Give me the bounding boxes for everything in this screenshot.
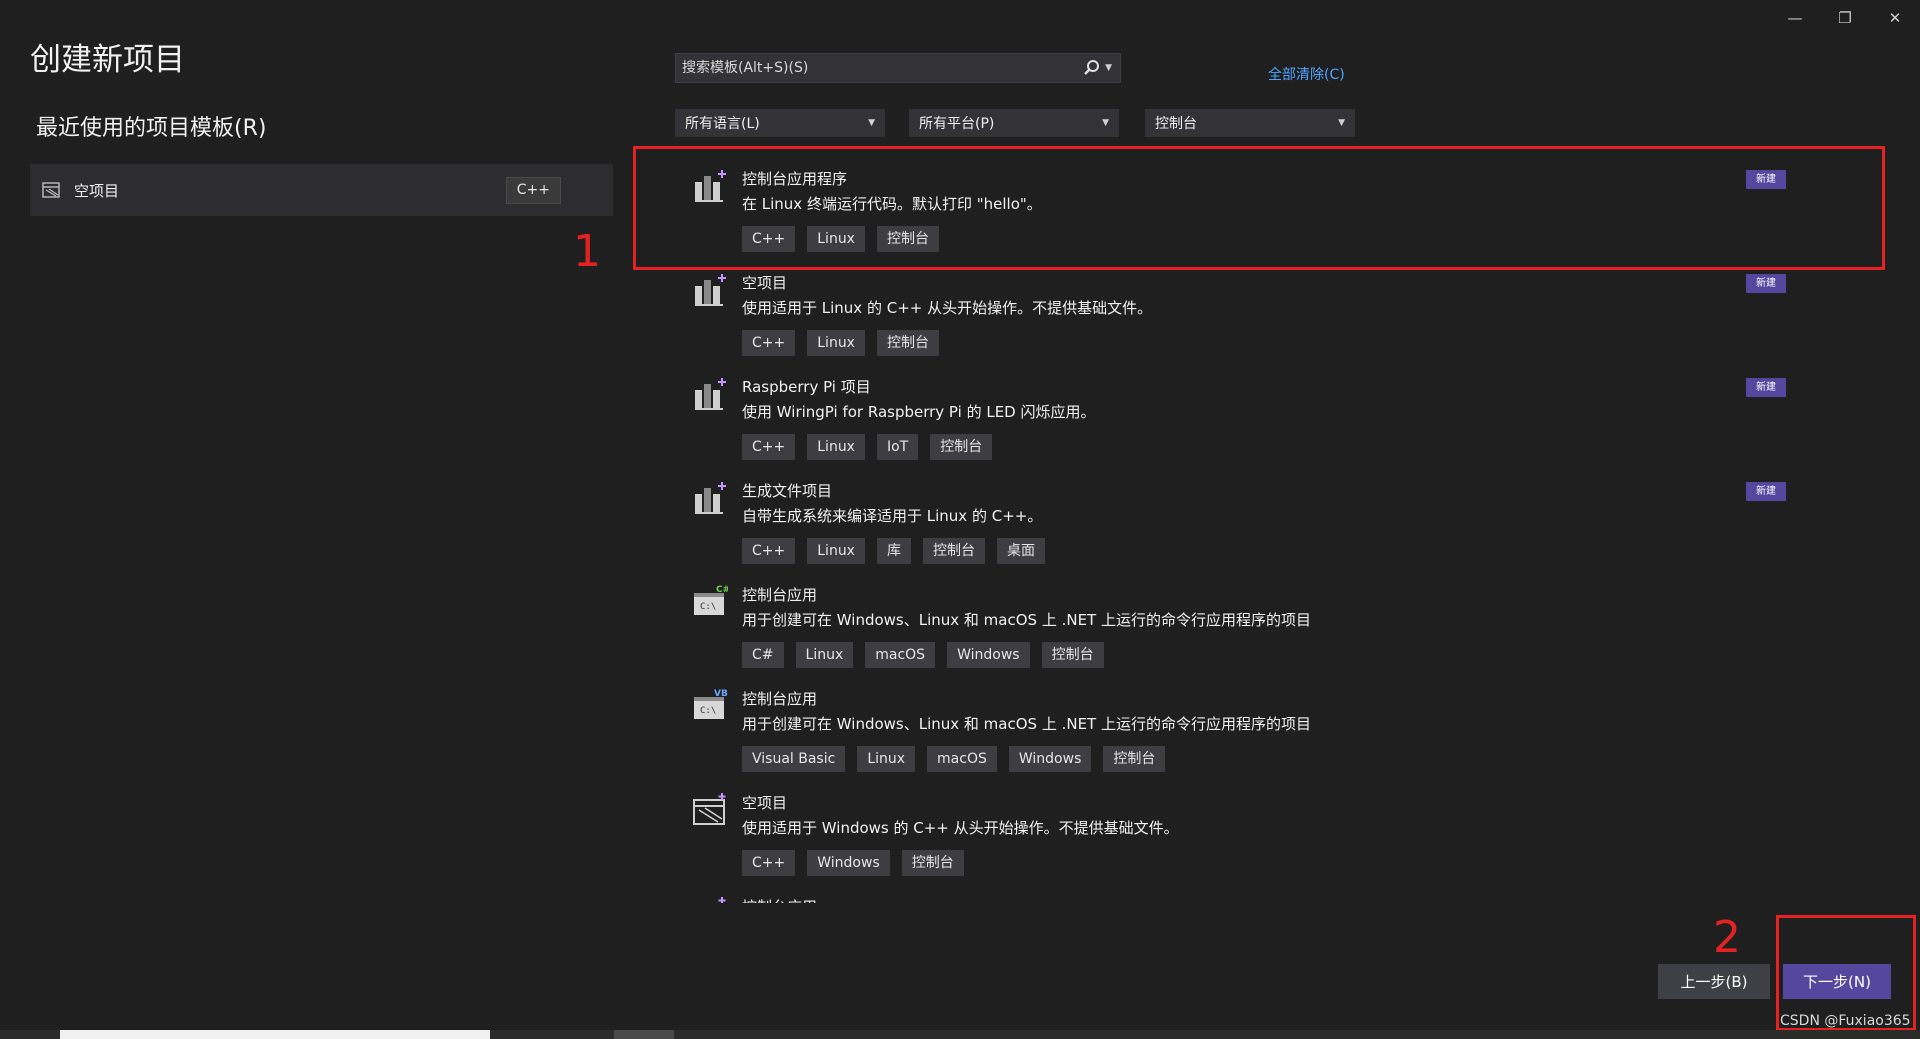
platform-filter-value: 所有平台(P) — [919, 116, 995, 132]
template-name: Raspberry Pi 项目 — [742, 378, 871, 396]
empty-project-icon — [693, 793, 726, 825]
platform-filter-dropdown[interactable]: 所有平台(P) ▼ — [909, 109, 1119, 137]
linux-project-icon — [695, 274, 726, 306]
template-tag: Linux — [795, 642, 854, 668]
template-name: 生成文件项目 — [742, 482, 833, 500]
template-tag: 桌面 — [996, 538, 1045, 564]
template-item[interactable]: 生成文件项目 自带生成系统来编译适用于 Linux 的 C++。 C++ Lin… — [640, 460, 1880, 564]
window-controls: — ❐ ✕ — [1770, 4, 1920, 32]
svg-text:C:\: C:\ — [700, 602, 716, 612]
svg-text:C#: C# — [716, 585, 728, 595]
template-tag: 控制台 — [1103, 746, 1166, 772]
template-item[interactable]: C:\ VB 控制台应用 用于创建可在 Windows、Linux 和 macO… — [640, 668, 1880, 772]
template-tag: Linux — [857, 746, 916, 772]
annotation-number-1: 1 — [573, 226, 601, 277]
template-tag: IoT — [876, 434, 919, 460]
template-tag: 控制台 — [1041, 642, 1104, 668]
template-tag: C++ — [742, 434, 796, 460]
new-badge: 新建 — [1746, 274, 1786, 293]
template-tag: C++ — [742, 330, 796, 356]
template-tags: C++ Linux 控制台 — [742, 330, 939, 356]
recent-template-item[interactable]: 空项目 C++ — [30, 164, 613, 216]
page-title: 创建新项目 — [30, 42, 185, 78]
template-tag: Linux — [807, 330, 865, 356]
template-tags: C# Linux macOS Windows 控制台 — [742, 642, 1104, 668]
taskbar — [0, 1030, 1920, 1039]
template-item[interactable]: Raspberry Pi 项目 使用 WiringPi for Raspberr… — [640, 356, 1880, 460]
template-tags: C++ Linux IoT 控制台 — [742, 434, 993, 460]
template-tags: C++ Windows 控制台 — [742, 850, 964, 876]
template-tag: Visual Basic — [742, 746, 846, 772]
template-item[interactable]: C:\ C# 控制台应用 用于创建可在 Windows、Linux 和 macO… — [640, 564, 1880, 668]
template-tags: C++ Linux 库 控制台 桌面 — [742, 538, 1045, 564]
chevron-down-icon: ▼ — [868, 118, 875, 128]
chevron-down-icon: ▼ — [1338, 118, 1345, 128]
svg-text:VB: VB — [714, 689, 728, 699]
template-tag: 库 — [876, 538, 911, 564]
linux-project-icon — [695, 378, 726, 410]
template-tag: Linux — [807, 538, 865, 564]
empty-project-icon — [42, 182, 60, 198]
template-tag: 控制台 — [901, 850, 964, 876]
template-description: 使用适用于 Linux 的 C++ 从头开始操作。不提供基础文件。 — [742, 299, 1153, 317]
project-type-filter-dropdown[interactable]: 控制台 ▼ — [1145, 109, 1355, 137]
vb-console-icon: C:\ VB — [694, 689, 728, 719]
recent-template-label: 空项目 — [74, 181, 120, 200]
annotation-number-2: 2 — [1713, 912, 1741, 963]
new-badge: 新建 — [1746, 378, 1786, 397]
template-description: 自带生成系统来编译适用于 Linux 的 C++。 — [742, 507, 1043, 525]
clear-all-link[interactable]: 全部清除(C) — [1268, 64, 1345, 84]
template-item[interactable]: 空项目 使用适用于 Windows 的 C++ 从头开始操作。不提供基础文件。 … — [640, 772, 1880, 876]
template-name: 控制台应用 — [742, 690, 818, 708]
csharp-console-icon: C:\ C# — [694, 585, 728, 615]
svg-text:C:\: C:\ — [700, 706, 716, 716]
back-button[interactable]: 上一步(B) — [1658, 964, 1770, 999]
template-tag: C++ — [742, 850, 796, 876]
template-name: 空项目 — [742, 794, 788, 812]
template-description: 用于创建可在 Windows、Linux 和 macOS 上 .NET 上运行的… — [742, 715, 1311, 733]
template-tag: 控制台 — [930, 434, 993, 460]
template-tag: Linux — [807, 434, 865, 460]
template-tags: Visual Basic Linux macOS Windows 控制台 — [742, 746, 1166, 772]
chevron-down-icon: ▼ — [1102, 118, 1109, 128]
template-tag: macOS — [865, 642, 936, 668]
template-tag: C# — [742, 642, 784, 668]
template-name: 空项目 — [742, 274, 788, 292]
template-tag: 控制台 — [922, 538, 985, 564]
template-tag: Windows — [1008, 746, 1092, 772]
template-search-box[interactable]: ▼ — [675, 53, 1121, 83]
template-name: 控制台应用 — [742, 586, 818, 604]
chevron-down-icon[interactable]: ▼ — [1105, 63, 1112, 73]
template-tag: macOS — [927, 746, 997, 772]
watermark: CSDN @Fuxiao365 — [1780, 1013, 1911, 1029]
taskbar-item[interactable] — [60, 1030, 490, 1039]
annotation-highlight-1 — [633, 146, 1885, 270]
template-description: 用于创建可在 Windows、Linux 和 macOS 上 .NET 上运行的… — [742, 611, 1311, 629]
template-tag: Windows — [947, 642, 1030, 668]
linux-project-icon — [695, 482, 726, 514]
close-icon[interactable]: ✕ — [1870, 4, 1920, 32]
new-badge: 新建 — [1746, 482, 1786, 501]
template-search-input[interactable] — [676, 59, 1084, 77]
template-description: 使用 WiringPi for Raspberry Pi 的 LED 闪烁应用。 — [742, 403, 1096, 421]
template-tag: C++ — [742, 538, 796, 564]
language-filter-value: 所有语言(L) — [685, 116, 760, 132]
restore-icon[interactable]: ❐ — [1820, 4, 1870, 32]
project-type-filter-value: 控制台 — [1155, 116, 1197, 132]
template-description: 使用适用于 Windows 的 C++ 从头开始操作。不提供基础文件。 — [742, 819, 1179, 837]
list-fade — [640, 903, 1880, 928]
template-tag: Windows — [807, 850, 890, 876]
recent-template-lang-tag: C++ — [505, 177, 561, 204]
recent-templates-title: 最近使用的项目模板(R) — [36, 116, 267, 141]
taskbar-item[interactable] — [614, 1030, 674, 1039]
search-icon[interactable] — [1083, 59, 1101, 77]
minimize-icon[interactable]: — — [1770, 4, 1820, 32]
language-filter-dropdown[interactable]: 所有语言(L) ▼ — [675, 109, 885, 137]
template-tag: 控制台 — [876, 330, 939, 356]
